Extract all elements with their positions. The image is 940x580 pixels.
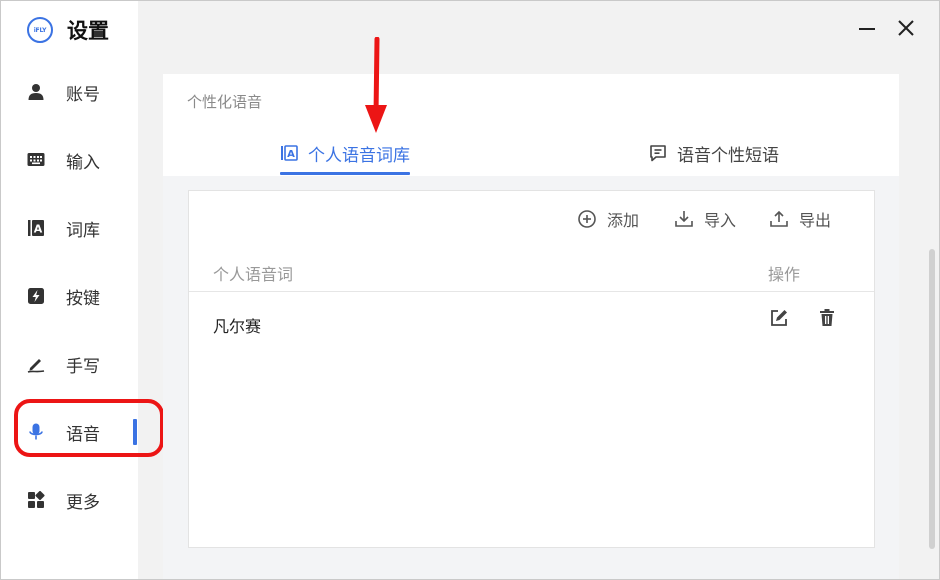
apps-icon — [28, 491, 45, 508]
delete-button[interactable] — [816, 307, 838, 329]
settings-window: iFLY 设置 账号 输入 A 词库 按键 手写 语音 更多 个性化语音 A 个… — [0, 0, 940, 580]
tab-label: 个人语音词库 — [308, 145, 410, 166]
sidebar-item-lexicon[interactable]: A 词库 — [1, 208, 138, 248]
minimize-button[interactable] — [854, 15, 880, 41]
annotation-arrow-icon — [365, 37, 387, 133]
tab-voice-phrases[interactable]: 语音个性短语 — [649, 131, 779, 175]
trash-icon — [820, 309, 834, 326]
tab-active-underline — [280, 172, 410, 175]
scrollbar[interactable] — [929, 249, 935, 549]
column-header-actions: 操作 — [768, 265, 801, 284]
app-title: 设置 — [67, 19, 109, 43]
sidebar-item-label: 输入 — [66, 152, 100, 173]
svg-text:A: A — [34, 223, 43, 236]
lightning-key-icon — [28, 288, 44, 304]
table-header-divider — [189, 291, 874, 292]
import-label: 导入 — [704, 211, 737, 230]
upload-icon — [770, 210, 788, 227]
section-title: 个性化语音 — [187, 93, 263, 111]
close-button[interactable] — [893, 15, 919, 41]
import-button[interactable]: 导入 — [674, 207, 736, 231]
sidebar-item-input[interactable]: 输入 — [1, 140, 138, 180]
lexicon-icon: A — [28, 220, 44, 236]
sidebar-item-account[interactable]: 账号 — [1, 72, 138, 112]
export-label: 导出 — [799, 211, 832, 230]
sidebar-item-more[interactable]: 更多 — [1, 480, 138, 520]
export-button[interactable]: 导出 — [769, 207, 831, 231]
svg-text:A: A — [287, 149, 295, 160]
person-icon — [28, 84, 44, 100]
add-button[interactable]: 添加 — [577, 207, 639, 231]
sidebar: iFLY 设置 账号 输入 A 词库 按键 手写 语音 更多 — [1, 1, 138, 579]
brand: iFLY 设置 — [27, 15, 109, 45]
edit-button[interactable] — [768, 307, 790, 329]
sidebar-item-label: 账号 — [66, 84, 100, 105]
annotation-highlight — [14, 399, 164, 457]
download-icon — [675, 211, 693, 227]
tab-label: 语音个性短语 — [677, 145, 779, 166]
sidebar-item-keys[interactable]: 按键 — [1, 276, 138, 316]
sidebar-item-handwriting[interactable]: 手写 — [1, 344, 138, 384]
table-row-word: 凡尔赛 — [213, 317, 262, 336]
column-header-word: 个人语音词 — [213, 265, 294, 284]
pen-icon — [27, 359, 45, 373]
phrase-icon — [650, 145, 666, 162]
ifly-logo: iFLY — [27, 17, 53, 43]
sidebar-item-label: 手写 — [66, 356, 100, 377]
lexicon-tab-icon: A — [281, 145, 298, 161]
voice-settings-panel: 个性化语音 A 个人语音词库 语音个性短语 添加 导入 导出 个人语音词 操作 … — [163, 74, 899, 579]
tab-personal-voice-lexicon[interactable]: A 个人语音词库 — [280, 131, 410, 175]
close-icon — [898, 20, 914, 36]
sidebar-item-label: 按键 — [66, 288, 100, 309]
edit-icon — [771, 310, 787, 326]
sidebar-item-label: 词库 — [66, 220, 100, 241]
lexicon-table-card: 添加 导入 导出 个人语音词 操作 凡尔赛 — [188, 190, 875, 548]
keyboard-icon — [27, 153, 45, 166]
plus-circle-icon — [578, 210, 596, 228]
minimize-icon — [859, 28, 875, 30]
sidebar-item-label: 更多 — [66, 492, 100, 513]
add-label: 添加 — [607, 211, 640, 230]
